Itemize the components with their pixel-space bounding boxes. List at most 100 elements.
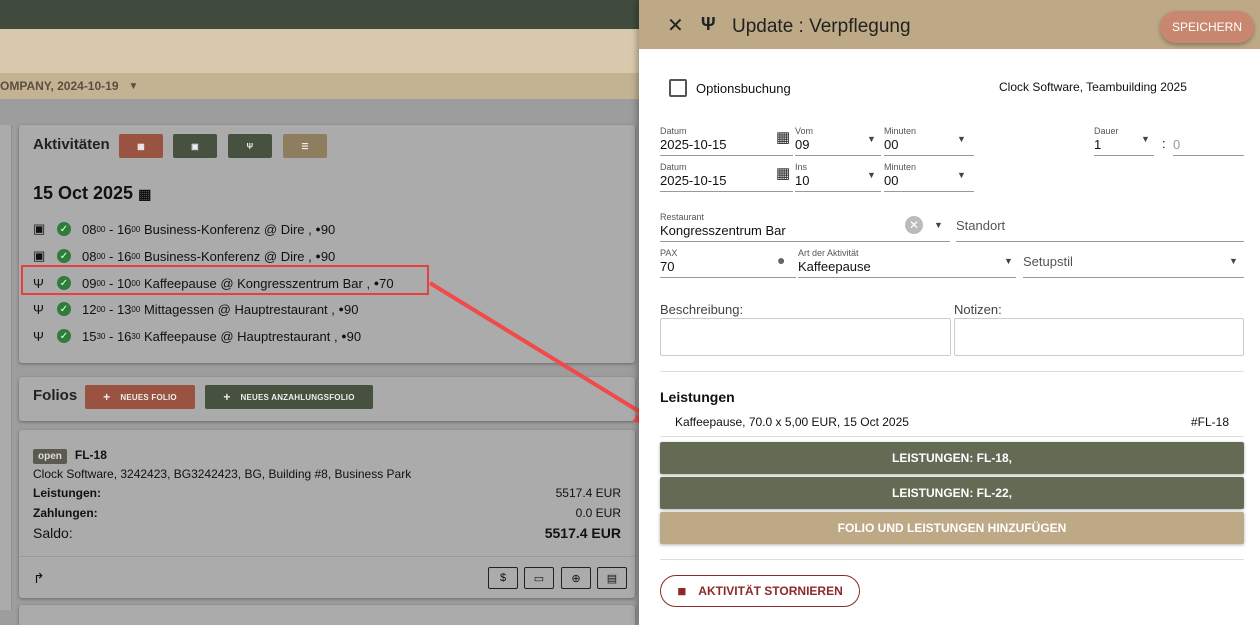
beschreibung-label: Beschreibung: xyxy=(660,302,744,317)
panel-header: ✕ Ψ Update : Verpflegung SPEICHERN xyxy=(639,0,1260,49)
dauer-minutes-input[interactable]: 0 xyxy=(1173,137,1180,152)
colon-separator: : xyxy=(1162,136,1166,151)
date-from-field[interactable]: 2025-10-15 xyxy=(660,137,727,152)
dauer-label: Dauer xyxy=(1094,126,1119,136)
chevron-down-icon[interactable]: ▼ xyxy=(129,81,139,92)
conference-filter-button[interactable]: ▣ xyxy=(173,134,217,158)
share-icon[interactable]: ↱ xyxy=(33,570,45,587)
chevron-down-icon[interactable]: ▼ xyxy=(1141,134,1150,144)
leistungen-title: Leistungen xyxy=(660,389,735,405)
header-band xyxy=(0,29,640,75)
update-panel: ✕ Ψ Update : Verpflegung SPEICHERN Optio… xyxy=(639,0,1260,625)
folio-card: open FL-18 Clock Software, 3242423, BG324… xyxy=(19,430,635,598)
leistung-ref: #FL-18 xyxy=(1191,415,1230,429)
chevron-down-icon[interactable]: ▼ xyxy=(1004,256,1013,266)
vom-minute-select[interactable]: 00 xyxy=(884,137,898,152)
trash-icon: ■ xyxy=(677,582,687,600)
restaurant-label: Restaurant xyxy=(660,212,705,222)
left-side-card xyxy=(0,125,12,610)
plus-icon: + xyxy=(223,390,231,404)
contact-card-icon: ▣ xyxy=(33,221,46,236)
add-folio-services-button[interactable]: FOLIO UND LEISTUNGEN HINZUFÜGEN xyxy=(660,512,1244,544)
leistung-item[interactable]: Kaffeepause, 70.0 x 5,00 EUR, 15 Oct 202… xyxy=(675,415,909,429)
pax-input[interactable]: 70 xyxy=(660,259,674,274)
leistungen-fl18-button[interactable]: LEISTUNGEN: FL-18, xyxy=(660,442,1244,474)
card-icon[interactable]: ▭ xyxy=(524,567,554,589)
chevron-down-icon[interactable]: ▼ xyxy=(957,134,966,144)
panel-title: Update : Verpflegung xyxy=(732,16,911,37)
saldo-label: Saldo: xyxy=(33,525,73,541)
breadcrumb-text: OMPANY, 2024-10-19 xyxy=(0,79,119,93)
fork-knife-icon: Ψ xyxy=(701,14,716,34)
option-checkbox[interactable] xyxy=(669,79,687,97)
check-circle-icon: ✓ xyxy=(57,329,71,343)
standort-input[interactable]: Standort xyxy=(956,218,1005,233)
beschreibung-textarea[interactable] xyxy=(660,318,951,356)
chevron-down-icon[interactable]: ▼ xyxy=(867,134,876,144)
folio-card xyxy=(19,605,635,625)
cancel-activity-button[interactable]: ■ AKTIVITÄT STORNIEREN xyxy=(660,575,860,607)
check-circle-icon: ✓ xyxy=(57,222,71,236)
date-label: Datum xyxy=(660,126,687,136)
new-folio-button[interactable]: + NEUES FOLIO xyxy=(85,385,195,409)
checklist-filter-button[interactable]: ☰ xyxy=(283,134,327,158)
notizen-textarea[interactable] xyxy=(954,318,1244,356)
check-circle-icon: ✓ xyxy=(57,302,71,316)
calendar-filter-button[interactable]: ▦ xyxy=(119,134,163,158)
folios-header-card: Folios + NEUES FOLIO + NEUES ANZAHLUNGSFOL… xyxy=(19,377,635,421)
divider xyxy=(19,556,635,557)
add-circle-icon[interactable]: ⊕ xyxy=(561,567,591,589)
clear-icon[interactable]: ✕ xyxy=(905,216,923,234)
activities-title: Aktivitäten xyxy=(33,136,110,153)
person-icon: ● xyxy=(777,252,786,268)
folio-header[interactable]: open FL-18 xyxy=(33,448,107,464)
activity-row[interactable]: Ψ ✓ 12 00 - 13 00 Mittagessen @ Hauptrestaur… xyxy=(33,299,358,319)
divider xyxy=(660,559,1244,560)
folios-title: Folios xyxy=(33,387,78,404)
option-label: Optionsbuchung xyxy=(696,81,791,96)
contact-card-icon: ▣ xyxy=(191,141,199,151)
ins-hour-select[interactable]: 10 xyxy=(795,173,809,188)
plus-icon: + xyxy=(103,390,111,404)
breadcrumb[interactable]: OMPANY, 2024-10-19 ▼ xyxy=(0,73,640,99)
divider xyxy=(660,436,1244,437)
date-to-field[interactable]: 2025-10-15 xyxy=(660,173,727,188)
highlight-box xyxy=(21,265,429,295)
calendar-icon[interactable]: ▦ xyxy=(776,128,790,146)
chevron-down-icon[interactable]: ▼ xyxy=(867,170,876,180)
payment-icon[interactable]: $ xyxy=(488,567,518,589)
print-icon[interactable]: ▤ xyxy=(597,567,627,589)
pax-label: PAX xyxy=(660,248,678,258)
minuten-label: Minuten xyxy=(884,126,917,136)
ins-label: Ins xyxy=(795,162,808,172)
status-badge: open xyxy=(33,449,67,464)
activity-row[interactable]: Ψ ✓ 15 30 - 16 30 Kaffeepause @ Hauptrestaur… xyxy=(33,326,361,346)
catering-filter-button[interactable]: Ψ xyxy=(228,134,272,158)
activity-row[interactable]: ▣ ✓ 08 00 - 16 00 Business-Konferenz @ Dire … xyxy=(33,219,335,239)
restaurant-select[interactable]: Kongresszentrum Bar xyxy=(660,223,786,238)
chevron-down-icon[interactable]: ▼ xyxy=(957,170,966,180)
checklist-icon: ☰ xyxy=(301,141,309,151)
zahlungen-value: 0.0 EUR xyxy=(575,506,621,520)
new-deposit-folio-button[interactable]: + NEUES ANZAHLUNGSFOLIO xyxy=(205,385,373,409)
chevron-down-icon[interactable]: ▼ xyxy=(934,220,943,230)
art-select[interactable]: Kaffeepause xyxy=(798,259,871,274)
calendar-icon[interactable]: ▦ xyxy=(776,164,790,182)
minuten-label: Minuten xyxy=(884,162,917,172)
saldo-value: 5517.4 EUR xyxy=(544,525,621,541)
setupstil-select[interactable]: Setupstil xyxy=(1023,254,1073,269)
ins-minute-select[interactable]: 00 xyxy=(884,173,898,188)
leistungen-fl22-button[interactable]: LEISTUNGEN: FL-22, xyxy=(660,477,1244,509)
close-icon[interactable]: ✕ xyxy=(667,13,684,38)
contact-card-icon: ▣ xyxy=(33,248,46,263)
activities-card: Aktivitäten ▦ ▣ Ψ ☰ 15 Oct 2025 ▦ ▣ ✓ 08 00… xyxy=(19,125,635,363)
vom-hour-select[interactable]: 09 xyxy=(795,137,809,152)
check-circle-icon: ✓ xyxy=(57,249,71,263)
activity-row[interactable]: ▣ ✓ 08 00 - 16 00 Business-Konferenz @ Dire … xyxy=(33,246,335,266)
fork-knife-icon: Ψ xyxy=(33,328,44,344)
save-button[interactable]: SPEICHERN xyxy=(1160,11,1254,43)
dauer-select[interactable]: 1 xyxy=(1094,137,1101,152)
fork-knife-icon: Ψ xyxy=(33,301,44,317)
art-label: Art der Aktivität xyxy=(798,248,859,258)
chevron-down-icon[interactable]: ▼ xyxy=(1229,256,1238,266)
